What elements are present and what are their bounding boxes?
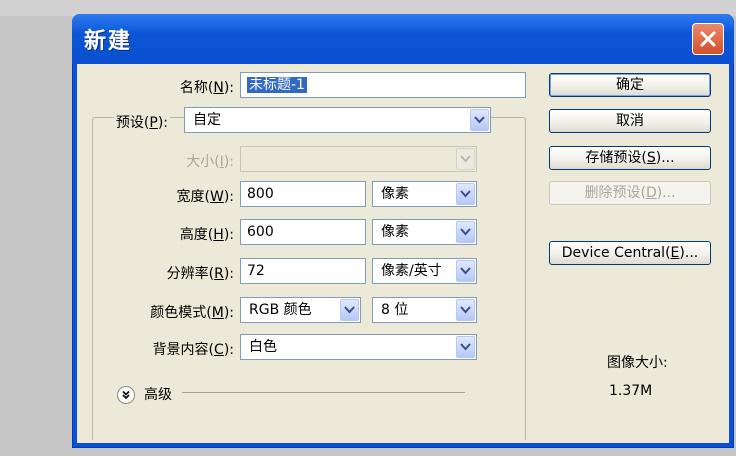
size-label: 大小(I):: [186, 154, 234, 170]
width-unit-dropdown-button[interactable]: [456, 183, 475, 205]
name-value: 未标题-1: [247, 77, 307, 93]
close-button[interactable]: [692, 23, 724, 55]
image-size-label: 图像大小:: [607, 355, 668, 371]
advanced-divider: [182, 392, 465, 393]
width-label: 宽度(W):: [176, 189, 235, 205]
chevron-down-icon: [460, 306, 471, 314]
chevron-down-icon: [460, 228, 471, 236]
color-mode-select[interactable]: RGB 颜色: [240, 297, 361, 323]
resolution-value: 72: [247, 263, 265, 279]
advanced-toggle-button[interactable]: [117, 386, 135, 404]
dialog-title: 新建: [84, 29, 133, 54]
bit-depth-select[interactable]: 8 位: [372, 297, 477, 323]
color-mode-dropdown-button[interactable]: [340, 299, 359, 321]
preset-dropdown-button[interactable]: [470, 109, 489, 131]
height-unit-value: 像素: [381, 224, 409, 240]
resolution-label: 分辨率(R):: [166, 266, 234, 282]
bit-depth-dropdown-button[interactable]: [456, 299, 475, 321]
resolution-unit-dropdown-button[interactable]: [456, 260, 475, 282]
size-select: [240, 146, 477, 172]
width-unit-select[interactable]: 像素: [372, 181, 477, 207]
background-contents-dropdown-button[interactable]: [456, 336, 475, 358]
advanced-label[interactable]: 高级: [144, 384, 172, 404]
dialog-body: 名称(N): 未标题-1 预设(P): 自定 大小(I): 宽度(W): 800…: [77, 64, 729, 443]
chevron-down-icon: [460, 155, 471, 163]
chevron-down-icon: [460, 343, 471, 351]
background-contents-select[interactable]: 白色: [240, 334, 477, 360]
width-input[interactable]: 800: [240, 181, 366, 207]
chevron-down-icon: [474, 116, 485, 124]
color-mode-value: RGB 颜色: [249, 302, 312, 318]
device-central-button[interactable]: Device Central(E)...: [549, 241, 711, 265]
cancel-button[interactable]: 取消: [549, 109, 711, 133]
height-label: 高度(H):: [179, 227, 234, 243]
title-bar[interactable]: 新建: [72, 14, 734, 64]
chevron-down-icon: [344, 306, 355, 314]
size-dropdown-button: [456, 148, 475, 170]
width-value: 800: [247, 186, 274, 202]
height-input[interactable]: 600: [240, 219, 366, 245]
double-chevron-down-icon: [122, 390, 130, 400]
save-preset-button[interactable]: 存储预设(S)...: [549, 146, 711, 170]
preset-value: 自定: [193, 112, 221, 128]
height-unit-select[interactable]: 像素: [372, 219, 477, 245]
chevron-down-icon: [460, 267, 471, 275]
height-unit-dropdown-button[interactable]: [456, 221, 475, 243]
resolution-input[interactable]: 72: [240, 258, 366, 284]
ok-button[interactable]: 确定: [549, 73, 711, 97]
background-contents-label: 背景内容(C):: [152, 342, 234, 358]
bit-depth-value: 8 位: [381, 302, 409, 318]
name-label: 名称(N):: [179, 80, 234, 96]
new-document-dialog: 新建 名称(N): 未标题-1 预设(P): 自定 大小(I): 宽度(W): …: [72, 14, 734, 448]
chevron-down-icon: [460, 190, 471, 198]
height-value: 600: [247, 224, 274, 240]
image-size-value: 1.37M: [609, 383, 653, 399]
delete-preset-button: 删除预设(D)...: [549, 181, 711, 205]
name-input[interactable]: 未标题-1: [240, 72, 526, 98]
preset-select[interactable]: 自定: [184, 107, 491, 133]
color-mode-label: 颜色模式(M):: [150, 305, 234, 321]
width-unit-value: 像素: [381, 186, 409, 202]
resolution-unit-select[interactable]: 像素/英寸: [372, 258, 477, 284]
resolution-unit-value: 像素/英寸: [381, 263, 442, 279]
background-contents-value: 白色: [249, 339, 277, 355]
preset-label: 预设(P):: [113, 112, 170, 132]
close-icon: [700, 31, 716, 47]
